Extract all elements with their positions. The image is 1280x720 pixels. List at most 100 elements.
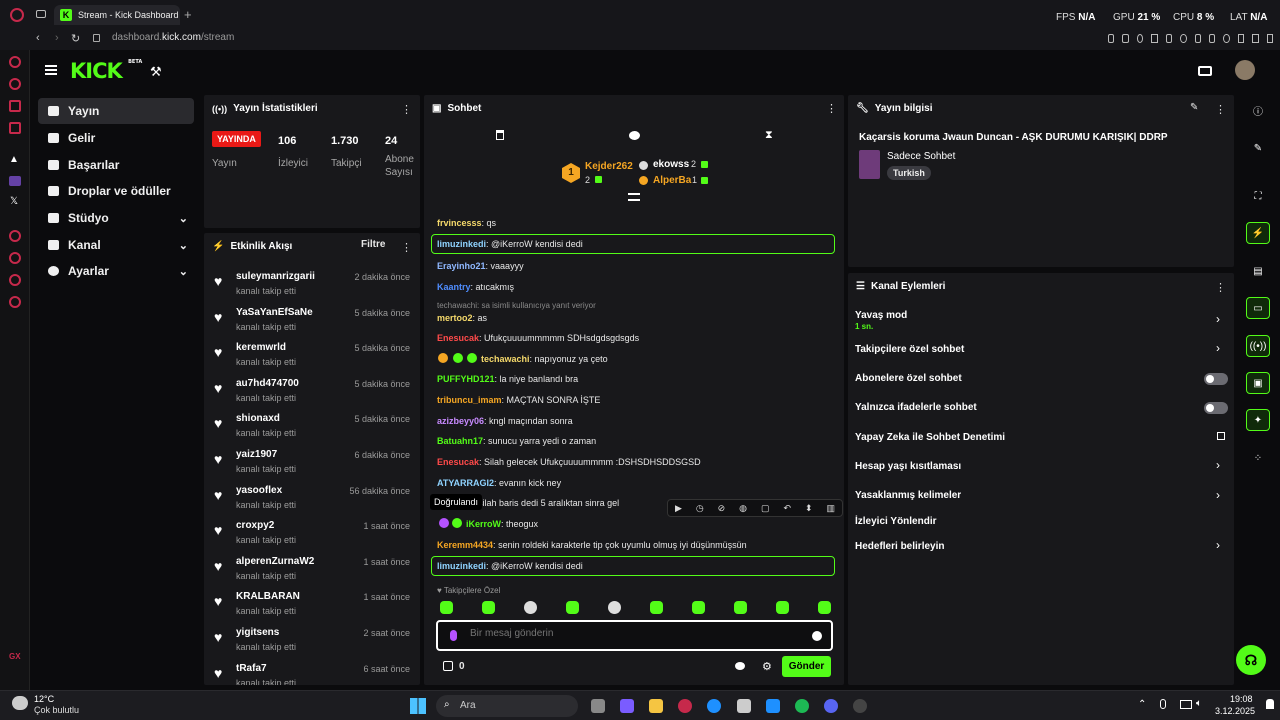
workspace-icon[interactable] xyxy=(36,10,46,18)
search-box[interactable]: ⌕ Ara xyxy=(436,695,578,717)
avatar[interactable] xyxy=(1235,60,1255,80)
delete-icon[interactable]: ▥ xyxy=(826,503,835,514)
subs-chat-toggle[interactable] xyxy=(1204,373,1228,385)
sidebar-app-icon[interactable] xyxy=(9,78,21,90)
category-thumbnail[interactable] xyxy=(859,150,880,179)
chat-message[interactable]: azizbeyy06: kngl maçından sonra xyxy=(437,416,573,426)
clock-date[interactable]: 3.12.2025 xyxy=(1215,706,1255,716)
emote-icon[interactable] xyxy=(734,601,747,614)
activity-username[interactable]: suleymanrizgarii xyxy=(236,271,315,282)
chat-username[interactable]: frvincesss xyxy=(437,218,482,228)
activity-item[interactable]: ♥ YaSaYanEfSaNe kanalı takip etti 5 dakika … xyxy=(204,305,420,341)
more-options-icon[interactable]: ⋮ xyxy=(1215,103,1226,116)
sidebar-app-icon[interactable] xyxy=(9,230,21,242)
extension-icon[interactable] xyxy=(1108,34,1115,43)
ai-moderation-row[interactable]: Yapay Zeka ile Sohbet Denetimi xyxy=(855,432,1005,443)
store-icon[interactable] xyxy=(737,699,751,713)
play-icon[interactable] xyxy=(1151,34,1158,43)
chat-message[interactable]: Enesucak: Ufukçuuuummmmm SDHsdgdsgdsgds xyxy=(437,333,639,343)
wrench-icon[interactable]: ✦ xyxy=(1246,409,1270,431)
chat-icon[interactable]: ▭ xyxy=(1246,297,1270,319)
chat-message[interactable]: iKerroW: theogux xyxy=(466,519,538,529)
sidebar-app-icon[interactable] xyxy=(9,56,21,68)
app-icon[interactable] xyxy=(620,699,634,713)
chat-input[interactable] xyxy=(470,628,800,639)
leader-name[interactable]: ekowss xyxy=(653,159,689,170)
nav-item-yayin[interactable]: Yayın xyxy=(38,98,194,124)
tray-chevron-icon[interactable]: ⌃ xyxy=(1138,699,1146,710)
opera-gx-icon[interactable] xyxy=(678,699,692,713)
more-options-icon[interactable]: ⋮ xyxy=(826,102,837,115)
emote-icon[interactable] xyxy=(692,601,705,614)
emoji-icon[interactable] xyxy=(812,631,822,641)
discord-icon[interactable] xyxy=(824,699,838,713)
chat-username[interactable]: limuzinkedi xyxy=(437,239,486,249)
emote-icon[interactable] xyxy=(608,601,621,614)
more-options-icon[interactable]: ⋮ xyxy=(401,241,412,254)
activity-username[interactable]: shionaxd xyxy=(236,413,280,424)
spotify-icon[interactable] xyxy=(795,699,809,713)
chat-message[interactable]: Kaantry: atıcakmış xyxy=(437,282,514,292)
network-icon[interactable] xyxy=(1180,700,1192,709)
profile-icon[interactable] xyxy=(1223,34,1230,43)
activity-item[interactable]: ♥ yaiz1907 kanalı takip etti 6 dakika önce xyxy=(204,447,420,483)
chevron-right-icon[interactable]: › xyxy=(1216,312,1220,326)
chat-username[interactable]: limuzinkedi xyxy=(437,561,486,571)
mic-icon[interactable] xyxy=(450,630,457,641)
sidebar-app-icon[interactable] xyxy=(9,122,21,134)
activity-username[interactable]: KRALBARAN xyxy=(236,591,300,602)
slow-mode-row[interactable]: Yavaş mod 1 sn. xyxy=(855,310,907,332)
activity-item[interactable]: ♥ suleymanrizgarii kanalı takip etti 2 daki… xyxy=(204,269,420,305)
fullscreen-icon[interactable]: ⛶ xyxy=(1246,185,1270,207)
chat-username[interactable]: PUFFYHD121 xyxy=(437,374,495,384)
activity-username[interactable]: tRafa7 xyxy=(236,663,267,674)
browser-tab[interactable]: K Stream - Kick Dashboard xyxy=(54,5,180,25)
chat-message[interactable]: Keremm4434: senin roldeki karakterle tip… xyxy=(437,540,747,550)
kick-logo[interactable]: KICK BETA xyxy=(70,59,142,83)
more-options-icon[interactable]: ⋮ xyxy=(401,103,412,116)
followers-chat-row[interactable]: Takipçilere özel sohbet xyxy=(855,344,964,355)
new-tab-button[interactable]: + xyxy=(184,7,192,22)
studio-mode-icon[interactable] xyxy=(1198,66,1212,76)
activity-item[interactable]: ♥ tRafa7 kanalı takip etti 6 saat önce xyxy=(204,661,420,685)
chevron-right-icon[interactable]: › xyxy=(1216,488,1220,502)
chat-message[interactable]: Batuahn17: sunucu yarra yedi o zaman xyxy=(437,436,596,446)
activity-username[interactable]: alperenZurnaW2 xyxy=(236,556,314,567)
chat-message[interactable]: limuzinkedi: @iKerroW kendisi dedi xyxy=(437,239,583,249)
trash-icon[interactable] xyxy=(496,130,504,140)
reply-context[interactable]: techawachi: sa isimli kullanıcıya yanıt … xyxy=(437,301,596,310)
leader-name[interactable]: AlperBa xyxy=(653,175,691,186)
redirect-viewers-row[interactable]: İzleyici Yönlendir xyxy=(855,516,937,527)
emote-chat-toggle[interactable] xyxy=(1204,402,1228,414)
play-icon[interactable]: ▶ xyxy=(675,503,682,514)
heart-icon[interactable] xyxy=(1180,34,1187,43)
leader-name[interactable]: Kejder262 xyxy=(585,161,633,172)
chat-bubble-icon[interactable]: ◍ xyxy=(739,503,747,514)
undo-icon[interactable]: ↶ xyxy=(783,503,791,514)
history-icon[interactable] xyxy=(9,252,21,264)
category-name[interactable]: Sadece Sohbet xyxy=(887,151,955,162)
activity-item[interactable]: ♥ au7hd474700 kanalı takip etti 5 dakika ön… xyxy=(204,376,420,412)
file-explorer-icon[interactable] xyxy=(649,699,663,713)
info-icon[interactable]: ⓘ xyxy=(1246,99,1270,121)
share-icon[interactable]: ⁘ xyxy=(1246,447,1270,469)
activity-username[interactable]: YaSaYanEfSaNe xyxy=(236,307,313,318)
notification-icon[interactable] xyxy=(1266,699,1274,709)
chat-message[interactable]: Erayinho21: vaaayyy xyxy=(437,261,524,271)
chat-username[interactable]: Erayinho21 xyxy=(437,261,486,271)
chat-message[interactable]: PUFFYHD121: la niye banlandı bra xyxy=(437,374,578,384)
copy-icon[interactable]: ▢ xyxy=(761,503,770,514)
expand-leaderboard-icon[interactable] xyxy=(628,193,640,201)
back-icon[interactable]: ‹ xyxy=(36,32,40,44)
menu-icon[interactable] xyxy=(1266,34,1274,43)
sidebar-app-icon[interactable] xyxy=(9,100,21,112)
bolt-icon[interactable]: ⚡ xyxy=(1246,222,1270,244)
emote-icon[interactable] xyxy=(818,601,831,614)
timeout-icon[interactable]: ◷ xyxy=(696,503,704,514)
send-button[interactable]: Gönder xyxy=(782,656,831,677)
forward-icon[interactable]: › xyxy=(55,32,59,44)
twitch-icon[interactable] xyxy=(9,176,21,186)
download-icon[interactable] xyxy=(1237,34,1245,43)
hamburger-icon[interactable] xyxy=(45,65,57,75)
nav-item-basarilar[interactable]: Başarılar xyxy=(38,152,194,178)
